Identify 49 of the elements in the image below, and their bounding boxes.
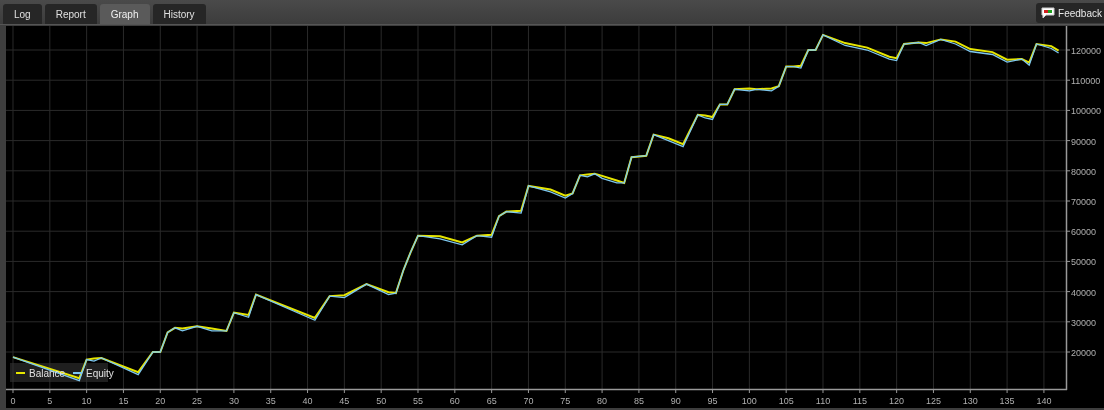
legend-label: Equity — [86, 367, 114, 379]
axis-label: 60000 — [1071, 227, 1097, 238]
axis-label: 55 — [413, 396, 423, 406]
axis-label: 5 — [47, 396, 53, 406]
axis-label: 65 — [486, 396, 497, 406]
axis-label: 30 — [228, 396, 239, 406]
axis-label: 60 — [449, 396, 460, 406]
axis-label: 35 — [265, 396, 276, 406]
legend-line-icon — [72, 372, 83, 374]
axis-label: 15 — [118, 396, 129, 406]
tab[interactable]: Graph — [99, 4, 150, 24]
axis-label: 25 — [192, 396, 203, 406]
axis-label: 120 — [889, 396, 905, 406]
axis-label: 130 — [962, 396, 978, 406]
axis-label: 115 — [852, 396, 867, 406]
axis-label: 110000 — [1071, 76, 1101, 87]
axis-label: 80000 — [1071, 166, 1097, 177]
axis-label: 50 — [376, 396, 387, 406]
axis-label: 135 — [999, 396, 1015, 406]
axis-label: 125 — [925, 396, 941, 406]
axis-label: 95 — [707, 396, 718, 406]
axis-label: 50000 — [1071, 257, 1097, 268]
axis-label: 30000 — [1071, 317, 1097, 328]
feedback-button[interactable]: Feedback — [1036, 3, 1104, 23]
tab[interactable]: Report — [44, 4, 97, 24]
axis-label: 20 — [155, 396, 166, 406]
axis-label: 100000 — [1071, 106, 1102, 117]
tab[interactable]: History — [152, 4, 206, 24]
tab[interactable]: Log — [3, 4, 42, 24]
axis-label: 40 — [302, 396, 313, 406]
axis-label: 70000 — [1071, 197, 1097, 207]
axis-label: 40000 — [1071, 287, 1097, 298]
axis-label: 120000 — [1071, 46, 1102, 56]
legend-line-icon — [15, 372, 26, 374]
axis-label: 100 — [741, 396, 757, 406]
axis-label: 90000 — [1071, 136, 1097, 147]
axis-label: 80 — [597, 396, 608, 406]
axis-label: 140 — [1036, 396, 1052, 406]
axis-label: 105 — [778, 396, 794, 406]
axis-label: 90 — [670, 396, 681, 406]
axis-label: 45 — [339, 396, 350, 406]
axis-label: 85 — [633, 396, 644, 406]
axis-label: 0 — [10, 396, 16, 406]
axis-label: 20000 — [1071, 348, 1097, 358]
axis-label: 70 — [523, 396, 534, 406]
axis-label: 75 — [560, 396, 571, 406]
axis-label: 10 — [81, 396, 92, 406]
axis-label: 110 — [815, 396, 831, 406]
speech-bubble-icon — [1041, 7, 1056, 19]
